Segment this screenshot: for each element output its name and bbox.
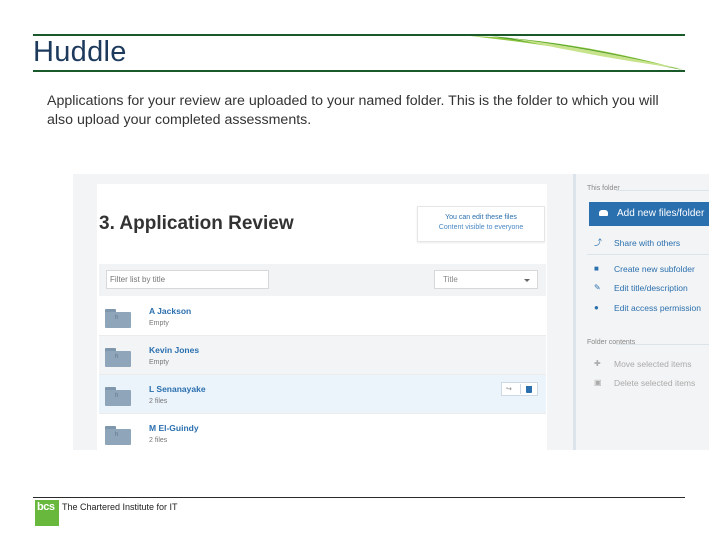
folder-name[interactable]: Kevin Jones xyxy=(149,345,199,355)
sort-select[interactable]: Title xyxy=(434,270,538,289)
page-title: 3. Application Review xyxy=(99,213,294,234)
filter-bar: Title xyxy=(99,264,546,296)
panel-heading-rule xyxy=(616,190,709,191)
folder-row[interactable]: h M El-Guindy 2 files xyxy=(99,414,546,450)
folder-status: 2 files xyxy=(149,398,168,405)
share-with-others-link[interactable]: ⤴ Share with others xyxy=(594,238,681,248)
folder-icon: h xyxy=(105,387,131,406)
lock-icon: ● xyxy=(594,303,599,312)
folder-status: Empty xyxy=(149,359,169,366)
cloud-upload-icon xyxy=(599,210,608,216)
folder-row[interactable]: h A Jackson Empty xyxy=(99,297,546,336)
chevron-down-icon xyxy=(524,279,530,282)
bcs-logo: bcs xyxy=(35,500,59,526)
share-icon[interactable]: ↪ xyxy=(506,385,512,393)
panel-section-heading: This folder xyxy=(587,185,620,192)
delete-items-label: Delete selected items xyxy=(614,378,696,388)
create-subfolder-label: Create new subfolder xyxy=(614,264,695,274)
folder-name[interactable]: L Senanayake xyxy=(149,384,206,394)
row-actions-divider xyxy=(520,384,521,394)
folder-content-area: 3. Application Review You can edit these… xyxy=(97,184,547,450)
move-items-label: Move selected items xyxy=(614,359,692,369)
folder-name[interactable]: M El-Guindy xyxy=(149,423,199,433)
green-swoosh-decoration xyxy=(470,36,683,70)
add-files-button[interactable]: Add new files/folder xyxy=(589,202,709,226)
edit-access-link[interactable]: ● Edit access permission xyxy=(594,303,701,313)
panel-heading-rule xyxy=(616,344,709,345)
panel-divider-line xyxy=(587,254,709,255)
footer-rule xyxy=(33,497,685,498)
edit-note-line2: Content visible to everyone xyxy=(438,224,524,231)
folder-status: Empty xyxy=(149,320,169,327)
sort-select-label: Title xyxy=(443,275,458,284)
create-subfolder-link[interactable]: ■ Create new subfolder xyxy=(594,264,695,274)
edit-note-line1: You can edit these files xyxy=(445,214,517,221)
trash-icon: ▣ xyxy=(594,378,602,387)
folder-status: 2 files xyxy=(149,437,168,444)
edit-access-label: Edit access permission xyxy=(614,303,701,313)
filter-input[interactable] xyxy=(106,270,269,289)
row-actions: ↪ xyxy=(501,382,538,396)
trash-icon[interactable] xyxy=(526,386,532,393)
move-icon: ✚ xyxy=(594,359,601,368)
side-panel-divider xyxy=(573,174,576,450)
footer-caption: The Chartered Institute for IT xyxy=(62,502,178,512)
add-files-label: Add new files/folder xyxy=(617,208,705,219)
edit-icon: ✎ xyxy=(594,283,601,292)
title-rule-bottom xyxy=(33,70,685,72)
edit-title-link[interactable]: ✎ Edit title/description xyxy=(594,283,688,293)
share-label: Share with others xyxy=(614,238,681,248)
intro-text: Applications for your review are uploade… xyxy=(47,93,659,128)
move-items-link[interactable]: ✚ Move selected items xyxy=(594,359,692,369)
folder-row[interactable]: h Kevin Jones Empty xyxy=(99,336,546,375)
delete-items-link[interactable]: ▣ Delete selected items xyxy=(594,378,696,388)
slide-title: Huddle xyxy=(33,36,127,68)
folder-name[interactable]: A Jackson xyxy=(149,306,191,316)
folder-add-icon: ■ xyxy=(594,264,599,273)
folder-row[interactable]: h L Senanayake 2 files ↪ xyxy=(99,375,546,414)
folder-icon: h xyxy=(105,348,131,367)
bcs-logo-text: bcs xyxy=(37,501,55,513)
folder-icon: h xyxy=(105,426,131,445)
edit-title-label: Edit title/description xyxy=(614,283,688,293)
folder-icon: h xyxy=(105,309,131,328)
huddle-screenshot: 3. Application Review You can edit these… xyxy=(73,174,709,450)
edit-permission-note: You can edit these files Content visible… xyxy=(417,206,545,242)
share-icon: ⤴ xyxy=(594,238,602,247)
